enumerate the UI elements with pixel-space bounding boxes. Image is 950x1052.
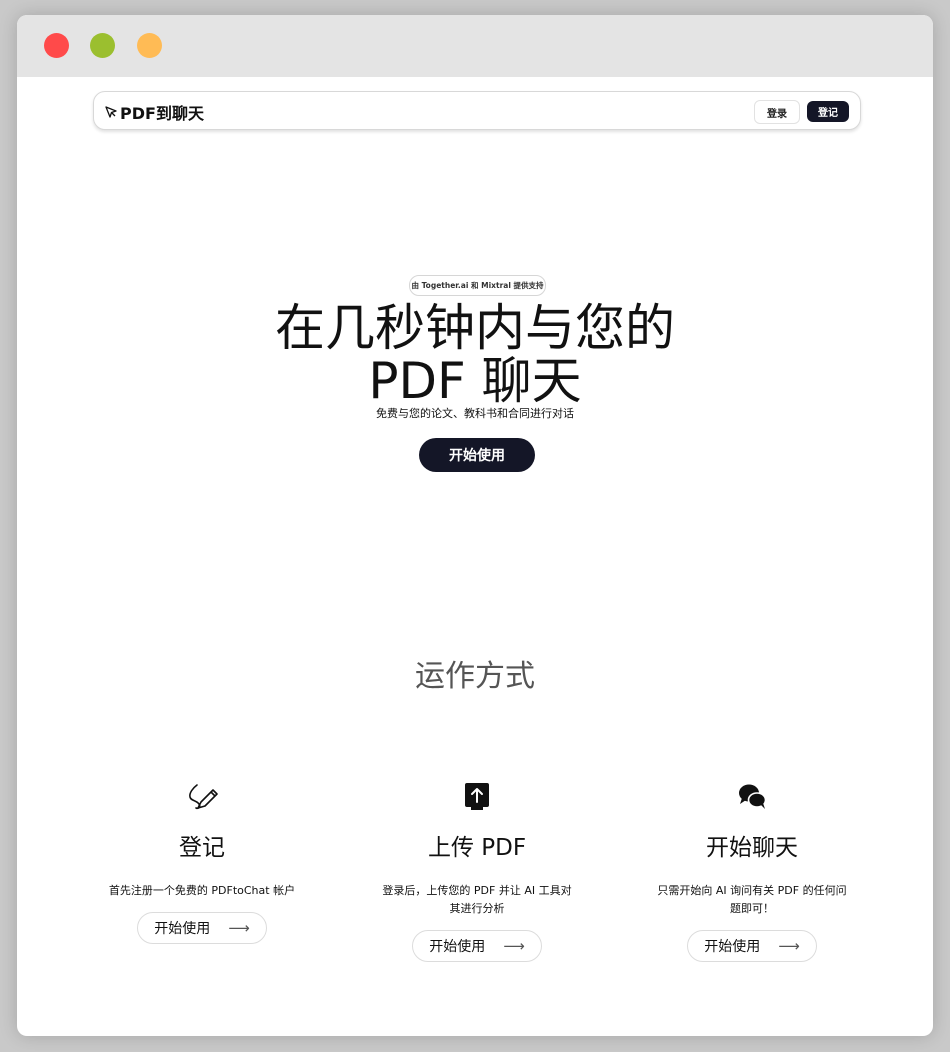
close-window-button[interactable] xyxy=(44,33,69,58)
pen-icon xyxy=(189,784,218,810)
maximize-window-button[interactable] xyxy=(90,33,115,58)
get-started-button[interactable]: 开始使用 xyxy=(419,438,535,472)
how-it-works-title: 运作方式 xyxy=(415,659,535,694)
step-chat: 开始聊天 只需开始向 AI 询问有关 PDF 的任何问题即可！ 开始使用 ⟶ xyxy=(622,778,882,962)
powered-by-badge[interactable]: 由 Together.ai 和 Mixtral 提供支持 xyxy=(409,275,546,296)
step-register: 登记 首先注册一个免费的 PDFtoChat 帐户 开始使用 ⟶ xyxy=(72,778,332,944)
step-description: 首先注册一个免费的 PDFtoChat 帐户 xyxy=(108,884,296,897)
step-title: 登记 xyxy=(179,835,225,861)
hero-title: 在几秒钟内与您的 PDF 聊天 xyxy=(17,302,933,408)
step-description: 登录后，上传您的 PDF 并让 AI 工具对其进行分析 xyxy=(382,884,572,915)
hero-title-line-1: 在几秒钟内与您的 xyxy=(275,299,675,357)
window-titlebar xyxy=(17,15,933,77)
upload-icon xyxy=(465,783,489,810)
arrow-right-icon: ⟶ xyxy=(228,919,250,937)
step-description: 只需开始向 AI 询问有关 PDF 的任何问题即可！ xyxy=(657,884,847,915)
step-get-started-button[interactable]: 开始使用 ⟶ xyxy=(137,912,267,944)
arrow-right-icon: ⟶ xyxy=(503,937,525,955)
hero-subtitle: 免费与您的论文、教科书和合同进行对话 xyxy=(376,407,574,420)
step-title: 开始聊天 xyxy=(706,835,798,861)
browser-window: PDF到聊天 登录 登记 由 Together.ai 和 Mixtral 提供支… xyxy=(17,15,933,1036)
step-button-label: 开始使用 xyxy=(704,939,761,955)
step-upload: 上传 PDF 登录后，上传您的 PDF 并让 AI 工具对其进行分析 开始使用 … xyxy=(347,778,607,962)
step-button-label: 开始使用 xyxy=(154,921,211,937)
step-get-started-button[interactable]: 开始使用 ⟶ xyxy=(687,930,817,962)
minimize-window-button[interactable] xyxy=(137,33,162,58)
cursor-arrow-icon xyxy=(105,106,117,118)
top-navbar: PDF到聊天 登录 登记 xyxy=(93,91,861,130)
step-title: 上传 PDF xyxy=(427,835,527,861)
register-button[interactable]: 登记 xyxy=(807,101,849,122)
arrow-right-icon: ⟶ xyxy=(778,937,800,955)
brand-name: PDF到聊天 xyxy=(120,104,204,123)
brand-link[interactable]: PDF到聊天 xyxy=(104,100,204,124)
login-button[interactable]: 登录 xyxy=(754,100,800,124)
step-button-label: 开始使用 xyxy=(429,939,486,955)
step-get-started-button[interactable]: 开始使用 ⟶ xyxy=(412,930,542,962)
hero-title-line-2: PDF 聊天 xyxy=(368,352,582,410)
chat-bubbles-icon xyxy=(739,784,767,809)
